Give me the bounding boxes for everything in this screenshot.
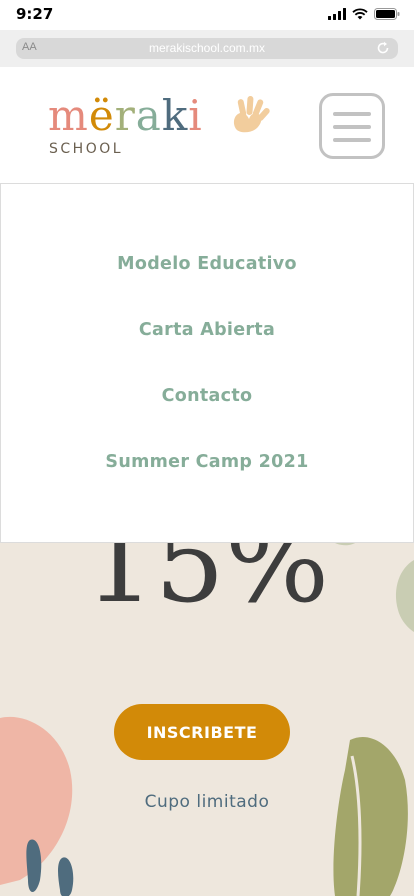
menu-bar-icon: [333, 138, 371, 142]
menu-bar-icon: [333, 112, 371, 116]
menu-button[interactable]: [319, 93, 385, 159]
logo[interactable]: mëraki SCHOOL: [48, 95, 278, 165]
url-text[interactable]: merakischool.com.mx: [16, 41, 398, 55]
nav-dropdown: Modelo Educativo Carta Abierta Contacto …: [0, 183, 414, 543]
menu-bar-icon: [333, 125, 371, 129]
reload-icon[interactable]: [376, 41, 390, 55]
battery-icon: [374, 8, 400, 20]
nav-item-carta-abierta[interactable]: Carta Abierta: [1, 320, 413, 340]
nav-item-contacto[interactable]: Contacto: [1, 386, 413, 406]
hand-icon: [233, 96, 270, 133]
nav-item-modelo-educativo[interactable]: Modelo Educativo: [1, 254, 413, 274]
wifi-icon: [352, 8, 368, 20]
signal-icon: [328, 8, 346, 20]
status-bar: 9:27: [0, 0, 414, 30]
logo-letter: a: [135, 91, 162, 140]
status-time: 9:27: [16, 5, 54, 23]
enroll-button[interactable]: INSCRIBETE: [114, 704, 290, 760]
hero-section: 15% INSCRIBETE Cupo limitado: [0, 540, 414, 896]
logo-letter: ë: [88, 91, 115, 140]
nav-item-summer-camp[interactable]: Summer Camp 2021: [1, 452, 413, 472]
logo-subtitle: SCHOOL: [49, 141, 124, 157]
logo-letter: i: [188, 91, 203, 140]
discount-text: 15%: [84, 540, 330, 627]
logo-wordmark: mëraki: [48, 95, 203, 137]
site-header: mëraki SCHOOL: [0, 67, 414, 183]
browser-bar: AA merakischool.com.mx: [0, 30, 414, 67]
limited-spots-text: Cupo limitado: [144, 792, 270, 812]
logo-letter: k: [161, 91, 189, 140]
logo-letter: m: [48, 91, 89, 140]
logo-letter: r: [114, 91, 136, 140]
status-icons: [328, 8, 400, 20]
url-field[interactable]: AA merakischool.com.mx: [16, 38, 398, 59]
